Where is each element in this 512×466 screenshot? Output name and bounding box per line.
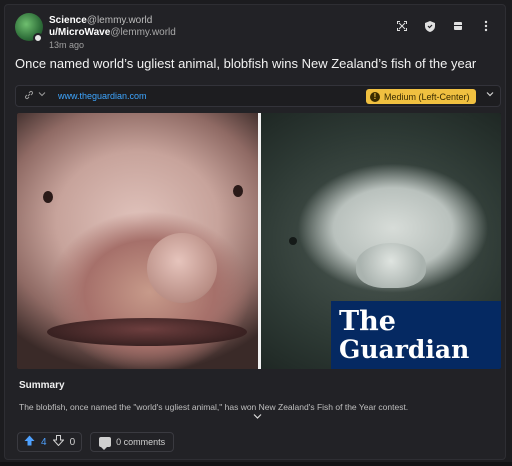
- guardian-logo-line1: The: [339, 305, 396, 337]
- user-link[interactable]: u/MicroWave@lemmy.world: [49, 27, 176, 38]
- post-header: Science@lemmy.world u/MicroWave@lemmy.wo…: [15, 13, 495, 53]
- bias-badge[interactable]: ! Medium (Left-Center): [366, 89, 476, 104]
- post-image[interactable]: The Guardian: [17, 113, 501, 369]
- header-actions: [393, 17, 495, 35]
- window-bottom-strip: [0, 462, 512, 466]
- guardian-logo-line2: Guardian: [339, 334, 470, 364]
- warning-icon: !: [370, 91, 380, 102]
- more-icon[interactable]: [477, 17, 495, 35]
- user-name: u/MicroWave: [49, 27, 111, 38]
- summary-heading: Summary: [19, 380, 65, 391]
- downvote-count: 0: [69, 436, 76, 448]
- bookmark-icon[interactable]: [449, 17, 467, 35]
- photo-mouth: [47, 318, 247, 346]
- photo-fish-eye: [289, 237, 297, 245]
- comments-label: 0 comments: [116, 437, 166, 447]
- post-card: Science@lemmy.world u/MicroWave@lemmy.wo…: [4, 4, 506, 460]
- photo-fish-fin: [356, 243, 426, 288]
- shield-icon[interactable]: [421, 17, 439, 35]
- community-host: @lemmy.world: [86, 15, 153, 26]
- photo-nose: [147, 233, 217, 303]
- avatar-status-badge: [33, 33, 43, 43]
- comment-icon: [99, 437, 112, 450]
- user-host: @lemmy.world: [110, 27, 176, 38]
- link-icon: [24, 90, 34, 103]
- post-title[interactable]: Once named world’s ugliest animal, blobf…: [15, 56, 499, 71]
- summary-text: The blobfish, once named the "world's ug…: [19, 402, 409, 412]
- vote-controls: 4 0: [17, 432, 83, 452]
- upvote-count: 4: [41, 436, 47, 448]
- blobfish-face-photo: [17, 113, 258, 369]
- expand-summary-icon[interactable]: [253, 412, 262, 422]
- fullscreen-icon[interactable]: [393, 17, 411, 35]
- guardian-logo: The Guardian: [331, 301, 501, 369]
- bias-label: Medium (Left-Center): [384, 91, 470, 102]
- link-url[interactable]: www.theguardian.com: [58, 91, 147, 101]
- community-name: Science: [49, 15, 87, 26]
- chevron-down-icon[interactable]: [38, 90, 46, 100]
- expand-chevron-icon[interactable]: [486, 90, 494, 101]
- post-time: 13m ago: [49, 40, 85, 50]
- photo-eye-right: [233, 185, 243, 197]
- community-link[interactable]: Science@lemmy.world: [49, 15, 152, 26]
- link-bar[interactable]: www.theguardian.com ! Medium (Left-Cente…: [15, 85, 501, 107]
- comments-button[interactable]: 0 comments: [90, 432, 175, 452]
- photo-eye-left: [43, 191, 53, 203]
- downvote-icon[interactable]: [51, 435, 65, 449]
- upvote-icon[interactable]: [24, 435, 35, 449]
- post-footer: 4 0 0 comments: [17, 432, 175, 452]
